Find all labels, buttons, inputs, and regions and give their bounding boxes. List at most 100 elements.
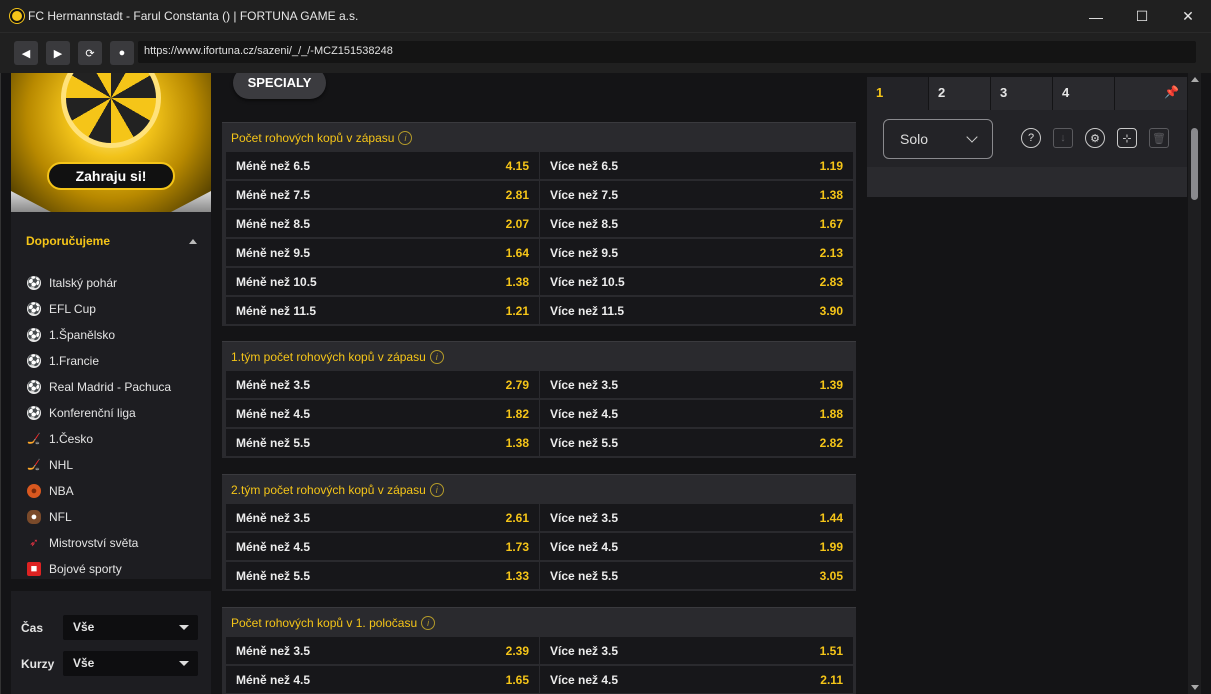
market-title[interactable]: Počet rohových kopů v zápasu i [222, 123, 856, 152]
market-title-text: 1.tým počet rohových kopů v zápasu [231, 349, 426, 364]
odds-button[interactable]: Více než 9.5 2.13 [540, 239, 853, 267]
sidebar-item[interactable]: ➶ Mistrovství světa [11, 530, 211, 556]
odds-value: 2.79 [505, 377, 529, 392]
odds-label: Více než 4.5 [550, 672, 619, 687]
page-viewport: Zahraju si! Doporučujeme ⚽ Italský pohár ⚽… [0, 73, 1211, 694]
close-button[interactable]: ✕ [1165, 0, 1211, 33]
reload-button[interactable]: ⟳ [78, 41, 102, 65]
odds-value: 1.51 [819, 643, 843, 658]
odds-value: 1.21 [505, 303, 529, 318]
market-title[interactable]: 1.tým počet rohových kopů v zápasu i [222, 342, 856, 371]
collapse-caret-icon[interactable] [189, 238, 197, 244]
sidebar-item-label: Bojové sporty [49, 562, 122, 576]
sort-icon[interactable]: ↓ [1053, 128, 1073, 148]
forward-button[interactable]: ▶ [46, 41, 70, 65]
sidebar-item[interactable]: 🏒 NHL [11, 452, 211, 478]
tab-slip-2[interactable]: 2 [929, 77, 991, 110]
help-icon[interactable]: ? [1021, 128, 1041, 148]
odds-label: Více než 5.5 [550, 568, 619, 583]
market-section: 2.tým počet rohových kopů v zápasu i Méně … [222, 474, 856, 591]
sidebar-item[interactable]: ⚽ 1.Španělsko [11, 322, 211, 348]
odds-button[interactable]: Méně než 10.5 1.38 [226, 268, 539, 296]
pin-button[interactable]: 📌 [1115, 77, 1187, 110]
market-title[interactable]: Počet rohových kopů v 1. poločasu i [222, 608, 856, 637]
recommended-section-header[interactable]: Doporučujeme [11, 212, 211, 270]
sidebar-item[interactable]: ⚽ Konferenční liga [11, 400, 211, 426]
bet-slip-tabs: 1234 📌 [867, 77, 1187, 110]
odds-button[interactable]: Více než 11.5 3.90 [540, 297, 853, 325]
sidebar-item[interactable]: 🏒 1.Česko [11, 426, 211, 452]
back-button[interactable]: ◀ [14, 41, 38, 65]
odds-button[interactable]: Méně než 5.5 1.38 [226, 429, 539, 457]
tab-slip-4[interactable]: 4 [1053, 77, 1115, 110]
odds-row: Méně než 10.5 1.38 Více než 10.5 2.83 [226, 268, 856, 297]
tab-slip-3[interactable]: 3 [991, 77, 1053, 110]
maximize-button[interactable]: ☐ [1119, 0, 1165, 33]
odds-button[interactable]: Méně než 7.5 2.81 [226, 181, 539, 209]
odds-button[interactable]: Méně než 4.5 1.82 [226, 400, 539, 428]
odds-button[interactable]: Více než 6.5 1.19 [540, 152, 853, 180]
sidebar-item[interactable]: ⚽ 1.Francie [11, 348, 211, 374]
odds-button[interactable]: Více než 8.5 1.67 [540, 210, 853, 238]
scroll-down-icon[interactable] [1191, 685, 1199, 690]
info-icon[interactable]: i [429, 482, 444, 497]
odds-label: Méně než 8.5 [236, 216, 311, 231]
sidebar-divider [11, 579, 211, 591]
odds-button[interactable]: Více než 7.5 1.38 [540, 181, 853, 209]
settings-icon[interactable]: ⚙ [1085, 128, 1105, 148]
odds-label: Více než 11.5 [550, 303, 625, 318]
odds-label: Více než 4.5 [550, 406, 619, 421]
info-icon[interactable]: i [421, 615, 436, 630]
odds-label: Méně než 9.5 [236, 245, 311, 260]
odds-button[interactable]: Méně než 3.5 2.39 [226, 637, 539, 665]
bet-slip: 1234 📌 Solo ? ↓ ⚙ ⊹ 🗑 [867, 77, 1187, 197]
promo-banner[interactable]: Zahraju si! [11, 73, 211, 212]
odds-button[interactable]: Více než 5.5 2.82 [540, 429, 853, 457]
market-title[interactable]: 2.tým počet rohových kopů v zápasu i [222, 475, 856, 504]
odds-button[interactable]: Více než 4.5 2.11 [540, 666, 853, 694]
odds-label: Méně než 5.5 [236, 435, 311, 450]
scroll-up-icon[interactable] [1191, 77, 1199, 82]
odds-button[interactable]: Méně než 5.5 1.33 [226, 562, 539, 590]
info-icon[interactable]: i [398, 130, 413, 145]
odds-button[interactable]: Více než 3.5 1.39 [540, 371, 853, 399]
url-input[interactable]: https://www.ifortuna.cz/sazeni/_/_/-MCZ1… [138, 41, 1196, 63]
odds-button[interactable]: Více než 3.5 1.51 [540, 637, 853, 665]
play-now-button[interactable]: Zahraju si! [47, 162, 175, 190]
odds-button[interactable]: Více než 4.5 1.99 [540, 533, 853, 561]
stop-button[interactable]: ● [110, 41, 134, 65]
collapse-icon[interactable]: ⊹ [1117, 128, 1137, 148]
odds-button[interactable]: Více než 10.5 2.83 [540, 268, 853, 296]
sidebar-item[interactable]: ⚽ Real Madrid - Pachuca [11, 374, 211, 400]
sidebar-item[interactable]: ⚽ Italský pohár [11, 270, 211, 296]
tab-specialy[interactable]: SPECIALY [233, 73, 326, 99]
recommended-list: ⚽ Italský pohár ⚽ EFL Cup ⚽ 1.Španělsko ⚽ 1.Fra… [11, 270, 211, 582]
bet-mode-select[interactable]: Solo [883, 119, 993, 159]
time-filter-select[interactable]: Vše [63, 615, 198, 640]
odds-button[interactable]: Méně než 4.5 1.65 [226, 666, 539, 694]
odds-button[interactable]: Méně než 3.5 2.79 [226, 371, 539, 399]
odds-button[interactable]: Více než 3.5 1.44 [540, 504, 853, 532]
minimize-button[interactable]: — [1073, 0, 1119, 33]
odds-button[interactable]: Více než 4.5 1.88 [540, 400, 853, 428]
odds-button[interactable]: Méně než 3.5 2.61 [226, 504, 539, 532]
sidebar-item[interactable]: ● NFL [11, 504, 211, 530]
odds-button[interactable]: Méně než 11.5 1.21 [226, 297, 539, 325]
odds-row: Méně než 5.5 1.38 Více než 5.5 2.82 [226, 429, 856, 458]
window-titlebar: FC Hermannstadt - Farul Constanta () | F… [0, 0, 1211, 33]
scroll-thumb[interactable] [1191, 128, 1198, 200]
sidebar-item[interactable]: ● NBA [11, 478, 211, 504]
odds-button[interactable]: Méně než 4.5 1.73 [226, 533, 539, 561]
odds-row: Méně než 4.5 1.73 Více než 4.5 1.99 [226, 533, 856, 562]
sidebar-item[interactable]: ⚽ EFL Cup [11, 296, 211, 322]
info-icon[interactable]: i [429, 349, 444, 364]
odds-button[interactable]: Méně než 6.5 4.15 [226, 152, 539, 180]
tab-slip-1[interactable]: 1 [867, 77, 929, 110]
odds-button[interactable]: Méně než 8.5 2.07 [226, 210, 539, 238]
odds-value: 1.39 [819, 377, 843, 392]
odds-button[interactable]: Méně než 9.5 1.64 [226, 239, 539, 267]
trash-icon[interactable]: 🗑 [1149, 128, 1169, 148]
page-scrollbar[interactable] [1188, 73, 1201, 694]
odds-filter-select[interactable]: Vše [63, 651, 198, 676]
odds-button[interactable]: Více než 5.5 3.05 [540, 562, 853, 590]
